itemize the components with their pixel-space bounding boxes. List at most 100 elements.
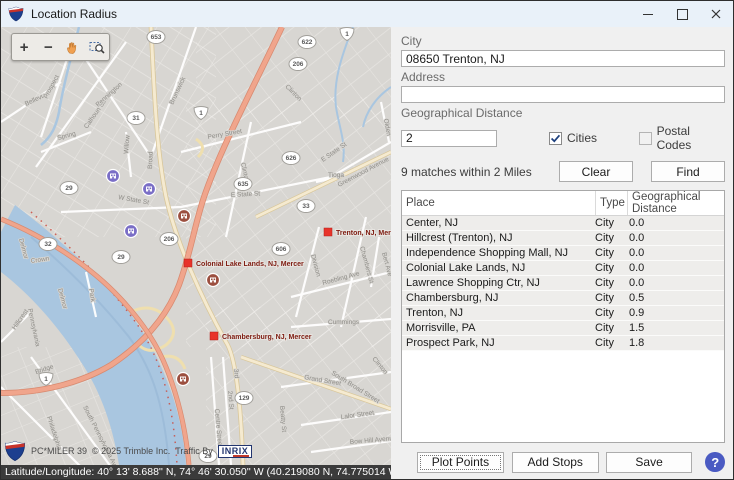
table-row[interactable]: Chambersburg, NJ City 0.5 [402,291,724,306]
matches-count-text: 9 matches within 2 Miles [401,164,532,179]
find-button[interactable]: Find [651,161,725,182]
plot-points-button[interactable]: Plot Points [417,451,504,473]
svg-text:33: 33 [302,203,310,210]
table-cell: 0.0 [629,217,645,229]
route-shield: 32 [38,237,58,251]
table-cell: City [595,217,614,229]
pan-button[interactable] [63,37,83,57]
close-button[interactable] [699,1,733,27]
street-label: 3rd [232,369,240,379]
check-icon [550,134,561,143]
table-cell: Lawrence Shopping Ctr, NJ [406,277,540,289]
cities-checkbox[interactable]: Cities [549,131,597,145]
svg-text:206: 206 [164,236,175,243]
route-shield: 626 [281,151,301,165]
table-cell: Prospect Park, NJ [406,337,495,349]
poi-icon[interactable] [205,272,221,288]
pcmiler-logo-icon [4,440,26,462]
svg-text:653: 653 [151,34,162,41]
map-panel: Bellevue Prospect Spring Calhoun Street Penn… [1,27,391,479]
minimize-button[interactable] [631,1,665,27]
clear-button[interactable]: Clear [559,161,633,182]
table-row[interactable]: Lawrence Shopping Ctr, NJ City 0.0 [402,276,724,291]
add-stops-button[interactable]: Add Stops [511,451,599,473]
hand-icon [67,41,77,54]
map-attribution: PC*MILER 39 © 2025 Trimble Inc. Traffic … [4,440,253,462]
plus-icon: + [19,38,29,56]
poi-icon[interactable] [123,223,139,239]
map-marker[interactable]: Colonial Lake Lands, NJ, Mercer [183,258,305,269]
distance-input[interactable] [401,129,497,147]
maximize-icon [676,8,688,20]
pcmiler-logo-icon [8,6,24,22]
route-shield: 31 [126,111,146,125]
svg-text:1: 1 [199,110,203,117]
poi-icon[interactable] [105,168,121,184]
route-shield: 653 [146,30,166,44]
attribution-product: PC*MILER 39 [31,446,88,456]
svg-text:622: 622 [302,39,313,46]
table-cell: 0.5 [629,292,645,304]
svg-text:1: 1 [44,376,48,383]
svg-text:626: 626 [286,155,297,162]
map-marker[interactable]: Chambersburg, NJ, Mercer [209,331,313,342]
table-cell: 0.0 [629,277,645,289]
minus-icon: − [43,38,53,56]
column-header-distance[interactable]: Geographical Distance [627,191,724,215]
close-icon [711,9,721,19]
table-row[interactable]: Morrisville, PA City 1.5 [402,321,724,336]
cities-checkbox-label: Cities [567,131,598,145]
lat-long-statusbar: Latitude/Longitude: 40° 13' 8.688'' N, 7… [1,465,391,479]
postal-codes-checkbox[interactable]: Postal Codes [639,124,725,152]
action-buttons: Plot Points Add Stops Save ? [401,451,725,473]
window-title: Location Radius [31,7,118,21]
svg-text:29: 29 [65,185,73,192]
route-shield: 33 [296,199,316,213]
location-radius-window: Location Radius Bellevue Prospect Spring… [0,0,734,480]
table-cell: Chambersburg, NJ [406,292,499,304]
zoom-box-icon [89,42,105,54]
table-cell: Morrisville, PA [406,322,476,334]
column-header-type[interactable]: Type [595,191,627,215]
svg-text:206: 206 [293,61,304,68]
table-cell: Independence Shopping Mall, NJ [406,247,569,259]
table-row[interactable]: Independence Shopping Mall, NJ City 0.0 [402,246,724,261]
svg-text:1: 1 [345,31,349,38]
table-row[interactable]: Prospect Park, NJ City 1.8 [402,336,724,351]
table-cell: City [595,262,614,274]
address-input[interactable] [401,86,725,103]
table-cell: City [595,232,614,244]
address-label: Address [401,70,446,84]
svg-text:32: 32 [44,241,52,248]
map-marker-label: Trenton, NJ, Merc [336,230,391,237]
poi-icon[interactable] [141,181,157,197]
city-input[interactable] [401,50,725,67]
table-row[interactable]: Colonial Lake Lands, NJ City 0.0 [402,261,724,276]
maximize-button[interactable] [665,1,699,27]
table-row[interactable]: Hillcrest (Trenton), NJ City 0.0 [402,231,724,246]
save-button[interactable]: Save [605,451,693,473]
zoom-box-button[interactable] [87,37,107,57]
table-cell: City [595,292,614,304]
checkbox-box [549,131,562,145]
table-row[interactable]: Center, NJ City 0.0 [402,216,724,231]
zoom-out-button[interactable]: − [38,37,58,57]
route-shield: 622 [297,35,317,49]
zoom-in-button[interactable]: + [14,37,34,57]
titlebar: Location Radius [1,1,733,27]
poi-icon[interactable] [175,371,191,387]
poi-icon[interactable] [176,208,192,224]
attribution-copyright: © 2025 Trimble Inc. [92,446,171,456]
svg-text:31: 31 [132,115,140,122]
help-button[interactable]: ? [705,452,725,472]
svg-text:29: 29 [117,254,125,261]
table-cell: City [595,247,614,259]
table-row[interactable]: Trenton, NJ City 0.9 [402,306,724,321]
table-cell: City [595,322,614,334]
route-shield: 606 [271,242,291,256]
map-svg[interactable]: BellevueProspectSpringCalhoun StreetPenn… [1,27,391,465]
results-table: Place Type Geographical Distance Center,… [401,190,725,443]
table-cell: Hillcrest (Trenton), NJ [406,232,513,244]
city-label: City [401,34,422,48]
column-header-place[interactable]: Place [402,191,595,215]
